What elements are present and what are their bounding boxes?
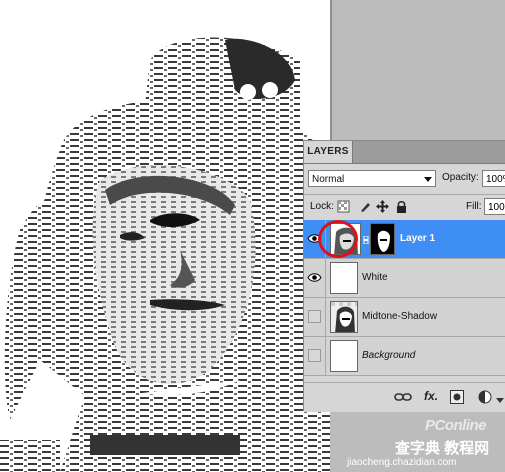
opacity-label: Opacity: bbox=[442, 172, 479, 183]
visibility-toggle[interactable] bbox=[304, 259, 326, 297]
add-mask-icon[interactable] bbox=[450, 390, 464, 404]
layer-name[interactable]: White bbox=[362, 272, 388, 283]
blend-mode-value: Normal bbox=[312, 174, 345, 185]
highlight-circle bbox=[318, 220, 358, 258]
dropdown-arrow-icon[interactable] bbox=[496, 393, 504, 407]
fill-label: Fill: bbox=[466, 201, 482, 212]
adjustment-layer-icon[interactable] bbox=[478, 390, 492, 404]
layer-row-background[interactable]: Background bbox=[304, 337, 505, 376]
layers-panel: LAYERS Normal Opacity: 100% Lock: Fill: … bbox=[303, 140, 505, 412]
layer-row-midtone-shadow[interactable]: Midtone-Shadow bbox=[304, 298, 505, 337]
lock-image-pixels-icon[interactable] bbox=[359, 200, 372, 213]
watermark: PConline 查字典 教程网 jiaocheng.chazidian.com bbox=[347, 417, 505, 472]
lock-transparent-pixels-icon[interactable] bbox=[337, 200, 350, 213]
lock-label: Lock: bbox=[310, 201, 334, 212]
watermark-cn-text: 查字典 教程网 bbox=[395, 440, 490, 457]
watermark-url: jiaocheng.chazidian.com bbox=[347, 457, 457, 468]
layer-thumbnail[interactable] bbox=[330, 340, 358, 372]
lock-position-icon[interactable] bbox=[376, 200, 389, 213]
layer-thumbnail[interactable] bbox=[330, 301, 358, 333]
opacity-field[interactable]: 100% bbox=[482, 170, 505, 187]
fill-field[interactable]: 100% bbox=[484, 198, 505, 215]
typography-portrait-image bbox=[0, 37, 330, 472]
document-canvas[interactable] bbox=[0, 0, 330, 472]
eye-icon bbox=[307, 273, 322, 282]
visibility-toggle[interactable] bbox=[304, 298, 326, 336]
lock-row: Lock: Fill: 100% bbox=[304, 197, 505, 217]
layer-thumbnail[interactable] bbox=[330, 262, 358, 294]
lock-all-icon[interactable] bbox=[395, 200, 408, 213]
chain-link-icon[interactable] bbox=[363, 236, 369, 244]
layer-mask-thumbnail[interactable] bbox=[370, 223, 395, 255]
fx-icon[interactable]: fx. bbox=[424, 389, 438, 403]
divider bbox=[304, 194, 505, 195]
blend-mode-select[interactable]: Normal bbox=[308, 170, 436, 187]
blend-mode-row: Normal Opacity: 100% bbox=[304, 168, 505, 190]
tab-layers[interactable]: LAYERS bbox=[304, 141, 353, 163]
visibility-off-box bbox=[308, 310, 321, 323]
chevron-down-icon bbox=[424, 177, 432, 182]
layer-row-white[interactable]: White bbox=[304, 259, 505, 298]
visibility-off-box bbox=[308, 349, 321, 362]
canvas-edge bbox=[330, 0, 332, 140]
panel-bottom-toolbar: fx. bbox=[304, 382, 505, 412]
link-layers-icon[interactable] bbox=[394, 390, 412, 404]
panel-tab-bar: LAYERS bbox=[304, 141, 505, 164]
watermark-logo: PConline bbox=[425, 417, 487, 434]
layer-name[interactable]: Layer 1 bbox=[400, 233, 435, 244]
visibility-toggle[interactable] bbox=[304, 337, 326, 375]
layer-name[interactable]: Background bbox=[362, 350, 415, 361]
layer-name[interactable]: Midtone-Shadow bbox=[362, 311, 437, 322]
